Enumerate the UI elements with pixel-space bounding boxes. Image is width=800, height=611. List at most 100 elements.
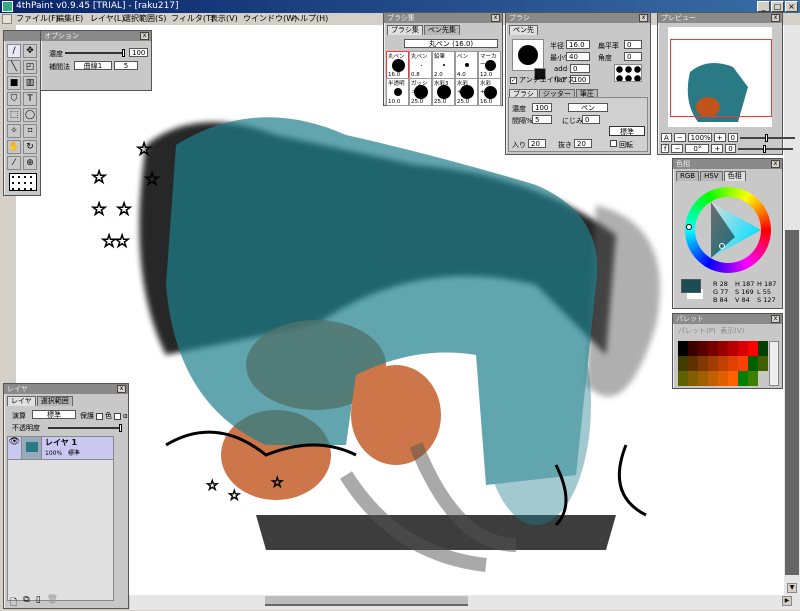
palette-swatch[interactable] — [708, 371, 718, 386]
palette-swatch[interactable] — [718, 356, 728, 371]
radius-input[interactable]: 16.0 — [566, 40, 590, 49]
palette-swatch[interactable] — [738, 356, 748, 371]
vertical-scrollbar[interactable]: ▼ — [784, 25, 800, 595]
rotate-checkbox[interactable] — [610, 140, 617, 147]
palette-swatch[interactable] — [678, 356, 688, 371]
scroll-right-arrow[interactable]: ▶ — [782, 596, 792, 606]
lasso-tool-icon[interactable]: ◯ — [23, 108, 37, 122]
add-input[interactable]: 0 — [570, 64, 590, 73]
angle-reset-button[interactable]: 0 — [725, 144, 736, 153]
interval-input[interactable]: 5 — [532, 115, 552, 124]
close-icon[interactable]: x — [117, 385, 126, 393]
horizontal-scrollbar[interactable]: ▶ — [130, 595, 800, 610]
density-slider[interactable] — [65, 49, 125, 57]
menu-filter[interactable]: フィルタ(T) — [171, 14, 214, 24]
brush-preset[interactable]: ガッシュ 25.0 — [409, 78, 432, 106]
preview-thumbnail[interactable] — [668, 27, 772, 127]
zoom-mode-button[interactable]: A — [661, 133, 672, 142]
magic-wand-tool-icon[interactable]: ✧ — [7, 124, 21, 138]
opacity-slider[interactable] — [48, 424, 122, 432]
palette-swatch[interactable] — [748, 341, 758, 356]
rect-select-shape-tool-icon[interactable]: ◰ — [23, 60, 37, 74]
palette-swatch[interactable] — [698, 341, 708, 356]
menu-window[interactable]: ウインドウ(W) — [243, 14, 297, 24]
tab-tipset[interactable]: ペン先集 — [423, 25, 460, 35]
palette-swatch[interactable] — [738, 341, 748, 356]
gradient-tool-icon[interactable]: ▥ — [23, 76, 37, 90]
palette-swatch[interactable] — [758, 341, 768, 356]
hue-ring[interactable] — [685, 187, 771, 273]
tab-layer[interactable]: レイヤ — [7, 396, 36, 406]
close-button[interactable]: × — [785, 1, 798, 12]
vertical-scroll-thumb[interactable] — [785, 230, 799, 575]
tab-tip[interactable]: ペン先 — [509, 25, 538, 35]
in-input[interactable]: 20 — [528, 139, 546, 148]
menu-selection[interactable]: 選択範囲(S) — [123, 14, 166, 24]
tip-shape-picker[interactable] — [614, 64, 642, 82]
zoom-out-button[interactable]: − — [673, 133, 686, 142]
interp-select[interactable]: 曲線1 — [74, 61, 112, 70]
palette-menu[interactable]: パレット(P) — [678, 327, 716, 335]
palette-swatch[interactable] — [698, 356, 708, 371]
palette-swatch[interactable] — [688, 371, 698, 386]
zoom-reset-button[interactable]: 0 — [727, 133, 739, 142]
layer-row[interactable]: 👁 レイヤ 1 100% 標準 — [8, 437, 113, 460]
palette-swatch[interactable] — [688, 341, 698, 356]
protect-color-checkbox[interactable] — [96, 412, 103, 420]
palette-swatch[interactable] — [728, 371, 738, 386]
palette-swatch[interactable] — [728, 356, 738, 371]
min-input[interactable]: 40 — [566, 52, 590, 61]
density-input[interactable]: 100 — [129, 48, 149, 57]
close-icon[interactable]: x — [771, 14, 780, 22]
brush-preset[interactable]: 鉛筆 2.0 — [432, 51, 455, 79]
brush-preset[interactable]: 水彩+に 25.0 — [455, 78, 478, 106]
standard-button[interactable]: 標準 — [609, 126, 645, 136]
zoom-input[interactable]: 100% — [687, 133, 712, 142]
brush-preset[interactable]: 水彩+手 16.0 — [478, 78, 501, 106]
protect-alpha-checkbox[interactable] — [114, 412, 121, 420]
current-color-swatch[interactable] — [681, 279, 701, 293]
interp-number[interactable]: 5 — [114, 61, 138, 70]
rotate-left-button[interactable]: − — [671, 144, 684, 153]
horizontal-scroll-thumb[interactable] — [265, 596, 468, 606]
crop-tool-icon[interactable]: ⌗ — [23, 124, 37, 138]
blur-input[interactable]: 0 — [582, 115, 600, 124]
eye-icon[interactable]: 👁 — [8, 437, 22, 459]
palette-swatch[interactable] — [738, 371, 748, 386]
hand-tool-icon[interactable]: ✋ — [7, 140, 21, 154]
move-tool-icon[interactable]: ✥ — [23, 44, 37, 58]
maximize-button[interactable]: □ — [771, 1, 784, 12]
close-icon[interactable]: x — [491, 14, 500, 22]
menu-view[interactable]: 表示(V) — [210, 14, 238, 24]
menu-edit[interactable]: 編集(E) — [56, 14, 83, 24]
brush-preset[interactable]: 水彩3 25.0 — [432, 78, 455, 106]
blend-select[interactable]: 標準 — [32, 410, 76, 419]
angle-slider[interactable] — [737, 144, 793, 153]
zoom-tool-icon[interactable]: ⊕ — [23, 156, 37, 170]
close-icon[interactable]: x — [639, 14, 648, 22]
palette-swatch[interactable] — [708, 356, 718, 371]
brush-density-input[interactable]: 100 — [532, 103, 552, 112]
palette-swatch[interactable] — [678, 341, 688, 356]
line-tool-icon[interactable]: ╲ — [7, 60, 21, 74]
close-icon[interactable]: x — [771, 160, 780, 168]
brush-preset[interactable]: ペン 4.0 — [455, 51, 478, 79]
duplicate-layer-icon[interactable]: ⧉ — [23, 595, 29, 611]
tab-hsv[interactable]: HSV — [700, 171, 723, 181]
palette-swatch[interactable] — [728, 341, 738, 356]
menu-layer[interactable]: レイヤ(L) — [90, 14, 124, 24]
tab-brushset[interactable]: ブラシ集 — [387, 25, 423, 35]
angle-input[interactable]: 0 — [624, 52, 642, 61]
menu-help[interactable]: ヘルプ(H) — [292, 14, 328, 24]
brush-preset[interactable]: 半透明 10.0 — [386, 78, 409, 106]
close-icon[interactable]: x — [140, 32, 149, 40]
palette-swatch[interactable] — [708, 341, 718, 356]
fill-tool-icon[interactable]: ■ — [7, 76, 21, 90]
palette-swatch[interactable] — [718, 341, 728, 356]
brush-preset[interactable]: 丸ペン 16.0 — [386, 51, 409, 79]
tab-rgb[interactable]: RGB — [676, 171, 700, 181]
palette-swatch[interactable] — [698, 371, 708, 386]
palette-swatch[interactable] — [748, 356, 758, 371]
view-rectangle[interactable] — [670, 39, 772, 117]
flip-button[interactable]: f — [661, 144, 670, 153]
